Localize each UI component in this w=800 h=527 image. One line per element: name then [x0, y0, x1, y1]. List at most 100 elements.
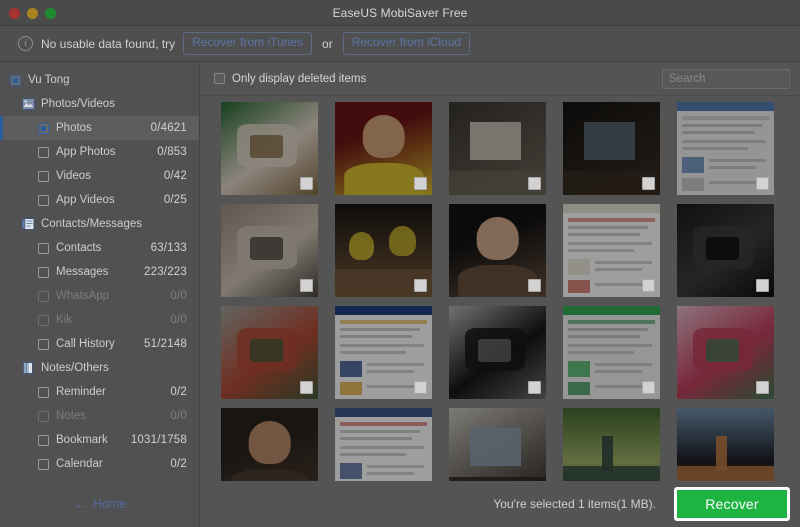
- thumbnail-checkbox[interactable]: [756, 279, 769, 292]
- sidebar-item-calendar[interactable]: Calendar 0/2: [0, 452, 199, 476]
- sidebar-footer: ← Home: [0, 481, 199, 527]
- sidebar-item-checkbox[interactable]: [38, 266, 49, 278]
- sidebar-item-checkbox[interactable]: [38, 242, 49, 254]
- thumbnail-checkbox[interactable]: [756, 177, 769, 190]
- thumbnail-cake-on-plate[interactable]: [221, 102, 318, 195]
- sidebar-item-label: App Videos: [56, 194, 115, 206]
- sidebar-item-checkbox[interactable]: [38, 386, 49, 398]
- tree-group-photos-videos[interactable]: Photos/Videos: [0, 92, 199, 116]
- sidebar-item-messages[interactable]: Messages 223/223: [0, 260, 199, 284]
- sidebar-item-call-history[interactable]: Call History 51/2148: [0, 332, 199, 356]
- sidebar-item-label: App Photos: [56, 146, 116, 158]
- sidebar-item-app-videos[interactable]: App Videos 0/25: [0, 188, 199, 212]
- sidebar-item-kik[interactable]: Kik 0/0: [0, 308, 199, 332]
- sidebar-item-bookmark[interactable]: Bookmark 1031/1758: [0, 428, 199, 452]
- sidebar-item-contacts[interactable]: Contacts 63/133: [0, 236, 199, 260]
- action-footer: You're selected 1 items(1 MB). Recover: [200, 481, 800, 527]
- thumbnail-mcdonalds-cup[interactable]: [449, 306, 546, 399]
- sidebar-item-checkbox[interactable]: [38, 170, 49, 182]
- recover-from-icloud-button[interactable]: Recover from iCloud: [342, 32, 471, 55]
- thumbnail-app-list-screenshot[interactable]: [335, 408, 432, 481]
- sidebar-item-notes[interactable]: Notes 0/0: [0, 404, 199, 428]
- thumbnail-river-field-aerial[interactable]: [563, 408, 660, 481]
- thumbnail-checkbox[interactable]: [414, 177, 427, 190]
- thumbnail-dark-room-window[interactable]: [563, 102, 660, 195]
- thumbnail-checkbox[interactable]: [414, 381, 427, 394]
- thumbnail-checkbox[interactable]: [300, 381, 313, 394]
- recover-from-itunes-button[interactable]: Recover from iTunes: [183, 32, 313, 55]
- device-label: Vu Tong: [28, 74, 70, 86]
- sidebar-item-checkbox[interactable]: [38, 314, 49, 326]
- close-button[interactable]: [9, 7, 20, 19]
- thumbnail-classroom-interior[interactable]: [449, 408, 546, 481]
- content-toolbar: Only display deleted items: [200, 62, 800, 96]
- arrow-left-icon: ←: [72, 496, 87, 512]
- only-deleted-filter[interactable]: Only display deleted items: [214, 73, 366, 85]
- thumbnail-projector-screen[interactable]: [449, 102, 546, 195]
- thumbnail-night-sky-photo[interactable]: [677, 204, 774, 297]
- notes-icon: [22, 362, 35, 374]
- sidebar-item-videos[interactable]: Videos 0/42: [0, 164, 199, 188]
- home-link[interactable]: ← Home: [73, 497, 126, 511]
- thumbnail-boy-yellow-jersey[interactable]: [335, 102, 432, 195]
- recover-button[interactable]: Recover: [674, 487, 790, 521]
- thumbnail-checkbox[interactable]: [642, 279, 655, 292]
- thumbnail-checkbox[interactable]: [528, 381, 541, 394]
- sidebar-item-checkbox[interactable]: [38, 410, 49, 422]
- sidebar-item-label: Videos: [56, 170, 91, 182]
- thumbnail-dog-closeup[interactable]: [221, 204, 318, 297]
- sidebar-item-checkbox[interactable]: [38, 194, 49, 206]
- thumbnail-friends-at-table[interactable]: [335, 204, 432, 297]
- thumbnail-messenger-chat[interactable]: [563, 204, 660, 297]
- sidebar-item-reminder[interactable]: Reminder 0/2: [0, 380, 199, 404]
- tree-group-contacts-messages[interactable]: Contacts/Messages: [0, 212, 199, 236]
- thumbnail-checkbox[interactable]: [300, 177, 313, 190]
- sidebar-item-voice-memo[interactable]: Voice Memo0/5: [0, 476, 199, 481]
- thumbnail-settings-toggles[interactable]: [563, 306, 660, 399]
- search-input[interactable]: [669, 72, 783, 85]
- sidebar-item-label: Kik: [56, 314, 72, 326]
- sidebar-item-checkbox[interactable]: [38, 458, 49, 470]
- thumbnail-checkbox[interactable]: [528, 177, 541, 190]
- sidebar-item-label: Calendar: [56, 458, 103, 470]
- sidebar-item-count: 1031/1758: [130, 434, 187, 446]
- title-bar: EaseUS MobiSaver Free: [0, 0, 800, 26]
- thumbnail-checkbox[interactable]: [414, 279, 427, 292]
- thumbnail-facebook-post[interactable]: [335, 306, 432, 399]
- sidebar-item-checkbox[interactable]: [38, 290, 49, 302]
- only-deleted-checkbox[interactable]: [214, 73, 225, 84]
- thumbnail-boy-drinking[interactable]: [221, 408, 318, 481]
- search-box[interactable]: [662, 68, 790, 89]
- maximize-button[interactable]: [45, 7, 56, 19]
- thumbnail-gate-and-plants[interactable]: [221, 306, 318, 399]
- sidebar-item-checkbox[interactable]: [38, 338, 49, 350]
- thumbnail-scroll-area[interactable]: [200, 96, 800, 481]
- thumbnail-person-on-hill-sunset[interactable]: [677, 408, 774, 481]
- device-tree: Vu Tong Photos/Videos Photos 0/4621 App Phot…: [0, 62, 199, 481]
- thumbnail-checkbox[interactable]: [756, 381, 769, 394]
- thumbnail-ice-cream-cup[interactable]: [677, 306, 774, 399]
- minimize-button[interactable]: [27, 7, 38, 19]
- sidebar-item-photos[interactable]: Photos 0/4621: [0, 116, 199, 140]
- sidebar-item-app-photos[interactable]: App Photos 0/853: [0, 140, 199, 164]
- thumbnail-checkbox[interactable]: [528, 279, 541, 292]
- photo-icon: [22, 98, 35, 110]
- thumbnail-checkbox[interactable]: [642, 177, 655, 190]
- sidebar-item-label: Contacts: [56, 242, 102, 254]
- sidebar-item-whatsapp[interactable]: WhatsApp 0/0: [0, 284, 199, 308]
- thumbnail-web-article-laptop[interactable]: [677, 102, 774, 195]
- thumbnail-two-girls-selfie[interactable]: [449, 204, 546, 297]
- thumbnail-grid: [221, 102, 800, 481]
- tree-group-label: Contacts/Messages: [41, 218, 142, 230]
- notice-banner: i No usable data found, try Recover from…: [0, 26, 800, 62]
- sidebar-item-checkbox[interactable]: [38, 146, 49, 158]
- thumbnail-checkbox[interactable]: [642, 381, 655, 394]
- device-checkbox[interactable]: [10, 74, 21, 86]
- thumbnail-checkbox[interactable]: [300, 279, 313, 292]
- sidebar-item-count: 0/853: [157, 146, 187, 158]
- sidebar-item-checkbox[interactable]: [38, 122, 49, 134]
- tree-root-device[interactable]: Vu Tong: [0, 68, 199, 92]
- tree-group-notes-others[interactable]: Notes/Others: [0, 356, 199, 380]
- sidebar-item-count: 63/133: [150, 242, 187, 254]
- sidebar-item-checkbox[interactable]: [38, 434, 49, 446]
